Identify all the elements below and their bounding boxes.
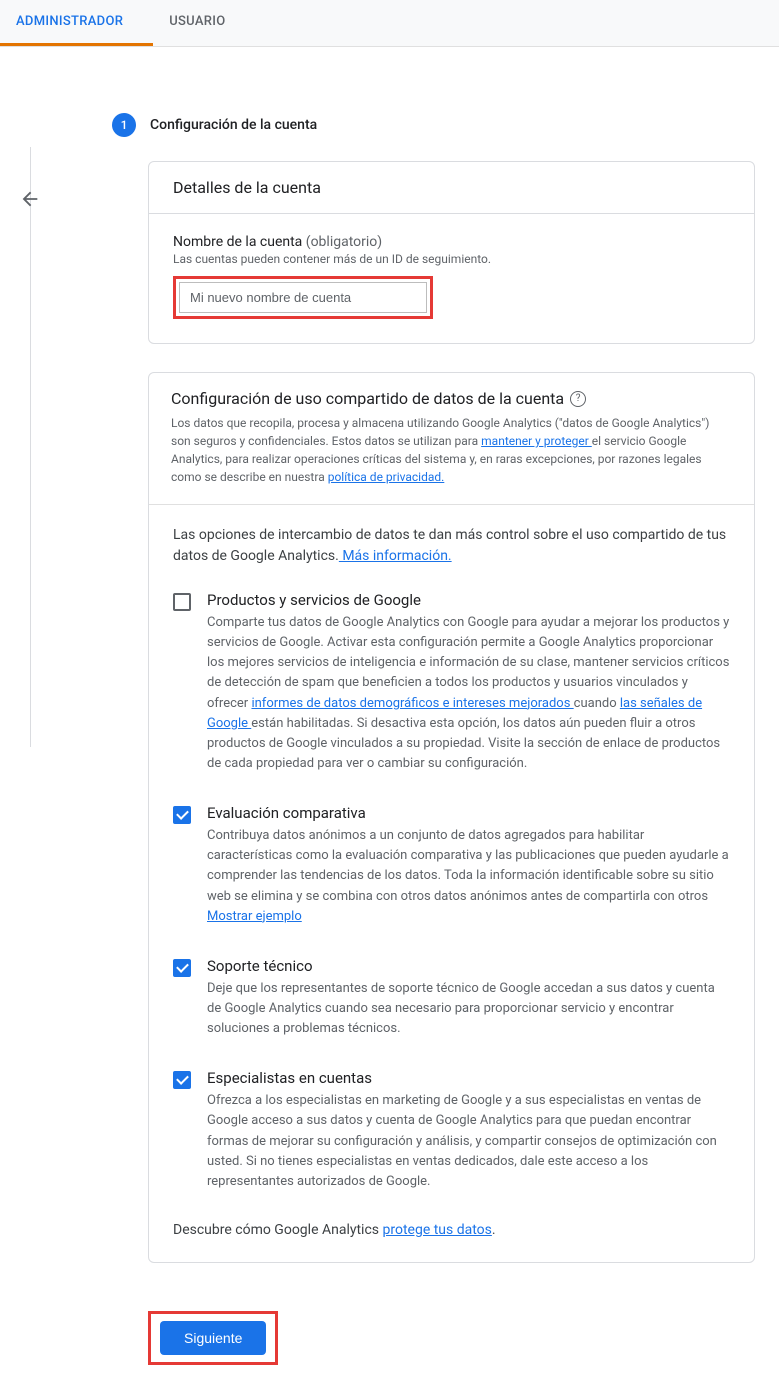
option-title: Soporte técnico — [207, 957, 730, 975]
demographics-reports-link[interactable]: informes de datos demográficos e interes… — [251, 696, 573, 711]
option-description: Comparte tus datos de Google Analytics c… — [207, 613, 730, 774]
maintain-protect-link[interactable]: mantener y proteger — [481, 434, 592, 448]
account-name-input[interactable] — [179, 282, 427, 313]
arrow-left-icon — [19, 188, 41, 210]
account-details-header: Detalles de la cuenta — [149, 162, 754, 214]
option-description: Deje que los representantes de soporte t… — [207, 979, 730, 1039]
option-description: Ofrezca a los especialistas en marketing… — [207, 1091, 730, 1192]
option-title: Especialistas en cuentas — [207, 1069, 730, 1087]
more-info-link[interactable]: Más información. — [339, 548, 452, 564]
tabs-bar: ADMINISTRADOR USUARIO — [0, 0, 779, 47]
help-icon[interactable]: ? — [570, 391, 586, 407]
step-title: Configuración de la cuenta — [150, 117, 317, 133]
step-number-badge: 1 — [112, 113, 136, 137]
sharing-description: Los datos que recopila, procesa y almace… — [171, 414, 732, 486]
option-description: Contribuya datos anónimos a un conjunto … — [207, 826, 730, 927]
account-name-highlight — [173, 276, 433, 319]
account-details-card: Detalles de la cuenta Nombre de la cuent… — [148, 161, 755, 344]
checkbox-benchmarking[interactable] — [173, 806, 191, 824]
option-title: Evaluación comparativa — [207, 804, 730, 822]
option-title: Productos y servicios de Google — [207, 591, 730, 609]
account-name-helper: Las cuentas pueden contener más de un ID… — [173, 252, 730, 266]
checkbox-technical-support[interactable] — [173, 959, 191, 977]
step-header: 1 Configuración de la cuenta — [112, 113, 755, 137]
show-example-link[interactable]: Mostrar ejemplo — [207, 909, 302, 924]
option-technical-support: Soporte técnico Deje que los representan… — [173, 957, 730, 1039]
tab-user[interactable]: USUARIO — [153, 0, 255, 46]
option-account-specialists: Especialistas en cuentas Ofrezca a los e… — [173, 1069, 730, 1192]
tab-administrator[interactable]: ADMINISTRADOR — [0, 0, 153, 46]
data-sharing-card: Configuración de uso compartido de datos… — [148, 372, 755, 1263]
back-button[interactable] — [14, 183, 46, 215]
step-connector-line — [30, 147, 31, 747]
checkbox-google-products[interactable] — [173, 593, 191, 611]
checkbox-account-specialists[interactable] — [173, 1071, 191, 1089]
account-name-label: Nombre de la cuenta (obligatorio) — [173, 234, 730, 250]
protect-data-link[interactable]: protege tus datos — [383, 1222, 492, 1238]
sharing-intro: Las opciones de intercambio de datos te … — [173, 525, 730, 567]
privacy-policy-link[interactable]: política de privacidad. — [328, 470, 445, 484]
next-button-highlight: Siguiente — [148, 1311, 278, 1365]
sharing-footer: Descubre cómo Google Analytics protege t… — [173, 1222, 730, 1238]
option-benchmarking: Evaluación comparativa Contribuya datos … — [173, 804, 730, 927]
next-button[interactable]: Siguiente — [160, 1321, 266, 1355]
sharing-title: Configuración de uso compartido de datos… — [171, 389, 732, 408]
option-google-products: Productos y servicios de Google Comparte… — [173, 591, 730, 774]
